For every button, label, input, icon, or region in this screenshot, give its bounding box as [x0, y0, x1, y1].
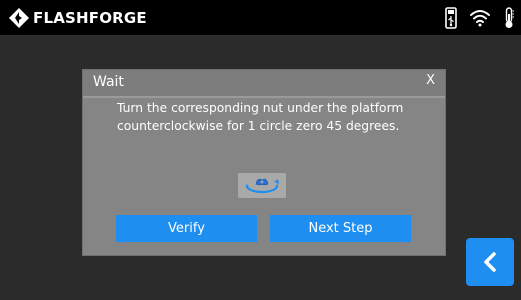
rotate-counterclockwise-icon: [238, 173, 286, 198]
top-bar: FLASHFORGE: [0, 0, 521, 35]
next-step-button[interactable]: Next Step: [270, 215, 411, 242]
back-button[interactable]: [466, 238, 514, 286]
verify-button[interactable]: Verify: [116, 215, 257, 242]
brand-name: FLASHFORGE: [33, 9, 147, 27]
status-icons: [445, 5, 515, 30]
wait-dialog: Wait X Turn the corresponding nut under …: [83, 70, 445, 255]
chevron-left-icon: [484, 252, 496, 272]
dialog-message: Turn the corresponding nut under the pla…: [117, 101, 404, 133]
flashforge-logo-icon: [9, 8, 29, 28]
usb-icon: [445, 6, 457, 29]
close-button[interactable]: X: [426, 73, 435, 88]
dialog-title-bar: Wait X: [83, 70, 445, 98]
dialog-title: Wait: [93, 74, 124, 90]
thermometer-icon: [505, 6, 514, 28]
wifi-icon: [470, 9, 490, 26]
